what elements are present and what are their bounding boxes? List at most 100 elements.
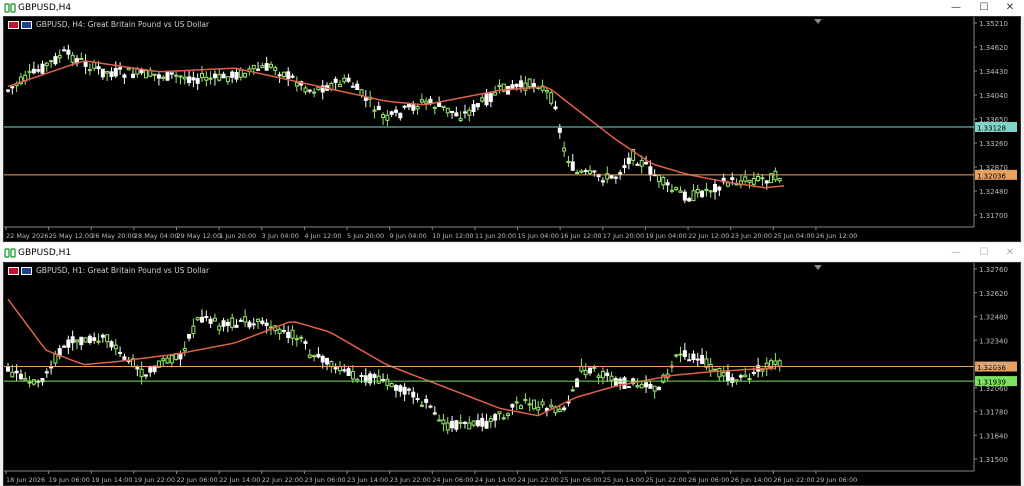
- symbol-period: H1: [72, 266, 83, 275]
- chart-window-h1[interactable]: GBPUSD,H1 — ☐ ✕ 1.32036 1.31939 1.32760 1.3…: [0, 245, 1024, 486]
- candle: [717, 185, 722, 197]
- maximize-button[interactable]: ☐: [972, 0, 996, 16]
- horizontal-line-price-label: 1.33128: [977, 125, 1006, 133]
- chart-window-h4[interactable]: GBPUSD,H4 — ☐ ✕ 1.33128 1.32036 1.35210 1.3…: [0, 0, 1024, 243]
- candle: [325, 82, 330, 91]
- price-chart-h1[interactable]: 1.32036 1.31939 1.32760 1.32620 1.32480 1.323…: [3, 262, 1021, 486]
- one-click-trading-toggle-icon[interactable]: [814, 265, 822, 270]
- candle: [527, 397, 532, 412]
- close-button[interactable]: ✕: [998, 245, 1022, 261]
- one-click-trading-toggle-icon[interactable]: [814, 19, 822, 24]
- candle: [402, 105, 407, 110]
- time-axis-label: 29 Jun 06:00: [816, 476, 857, 484]
- candle: [389, 110, 394, 117]
- candle: [31, 379, 36, 386]
- time-axis-label: 1 Jun 20:00: [219, 232, 256, 240]
- candle: [411, 387, 416, 404]
- candle: [708, 357, 713, 377]
- price-chart-h4[interactable]: 1.33128 1.32036 1.35210 1.34620 1.34430 1.340…: [3, 16, 1021, 242]
- close-button[interactable]: ✕: [998, 0, 1022, 16]
- minimize-button[interactable]: —: [944, 245, 968, 261]
- candle: [178, 75, 183, 85]
- price-axis-label: 1.31700: [979, 212, 1008, 220]
- candle: [381, 112, 386, 126]
- candle: [519, 404, 524, 410]
- price-axis-label: 1.32870: [979, 164, 1008, 172]
- time-axis-label: 23 Jun 14:00: [347, 476, 388, 484]
- candle: [333, 76, 338, 91]
- flag-gb-icon: [8, 21, 19, 29]
- candle: [730, 373, 735, 387]
- time-axis-label: 22 Jun 14:00: [219, 476, 260, 484]
- candle: [6, 362, 10, 372]
- candle: [609, 371, 614, 387]
- candle: [221, 317, 226, 332]
- candle: [294, 334, 299, 347]
- candle: [644, 375, 649, 393]
- price-axis-label: 1.32200: [979, 361, 1008, 369]
- price-axis-label: 1.33650: [979, 116, 1008, 124]
- symbol-description: Great Britain Pound vs US Dollar: [87, 20, 210, 29]
- candle: [66, 335, 71, 355]
- candle: [6, 89, 10, 93]
- candle: [100, 68, 105, 80]
- candle: [74, 338, 79, 350]
- price-axis-label: 1.34430: [979, 68, 1008, 76]
- candle: [286, 325, 291, 344]
- candle: [44, 368, 49, 378]
- candle: [346, 365, 351, 376]
- candle: [368, 371, 373, 386]
- candle: [18, 369, 23, 381]
- maximize-button[interactable]: ☐: [972, 245, 996, 261]
- candle: [618, 377, 623, 390]
- candle: [316, 347, 321, 359]
- price-axis-label: 1.32620: [979, 290, 1008, 298]
- candle: [200, 65, 204, 83]
- candle: [700, 189, 705, 199]
- candle: [600, 367, 605, 385]
- symbol-description: Great Britain Pound vs US Dollar: [87, 266, 210, 275]
- candle: [376, 101, 381, 111]
- candle: [333, 363, 338, 374]
- time-axis-label: 5 Jun 20:00: [347, 232, 384, 240]
- candle: [225, 76, 230, 85]
- window-titlebar[interactable]: GBPUSD,H1 — ☐ ✕: [0, 245, 1024, 261]
- candle: [514, 396, 519, 411]
- chart-canvas-h1[interactable]: 1.320361.319391.327601.326201.324801.323…: [4, 263, 1020, 485]
- time-axis-label: 25 Jun 22:00: [645, 476, 686, 484]
- candle: [372, 372, 377, 385]
- candle: [656, 174, 661, 189]
- candle: [540, 398, 545, 409]
- candle: [23, 70, 28, 85]
- candle: [337, 360, 342, 375]
- candle: [760, 369, 765, 377]
- candle: [613, 175, 618, 184]
- candle: [118, 346, 123, 357]
- candle: [49, 59, 54, 69]
- candle: [40, 378, 45, 386]
- candle: [152, 73, 157, 81]
- time-axis-label: 26 Jun 12:00: [816, 232, 857, 240]
- candle: [204, 310, 209, 322]
- candle: [217, 322, 222, 335]
- minimize-button[interactable]: —: [944, 0, 968, 16]
- chart-canvas-h4[interactable]: 1.33128 1.32036 1.35210 1.34620 1.34430 1.340…: [4, 17, 1020, 241]
- candle: [105, 334, 110, 349]
- candle: [475, 413, 480, 428]
- candle: [79, 336, 84, 350]
- time-axis-label: 16 Jun 12:00: [560, 232, 601, 240]
- window-titlebar[interactable]: GBPUSD,H4 — ☐ ✕: [0, 0, 1024, 16]
- candle: [156, 72, 161, 86]
- candle: [342, 364, 347, 373]
- candle: [583, 363, 588, 379]
- candle: [143, 373, 148, 380]
- candle: [66, 44, 71, 60]
- time-axis-label: 4 Jun 12:00: [304, 232, 341, 240]
- candle: [27, 63, 32, 81]
- candle: [704, 351, 709, 371]
- candle: [131, 354, 136, 368]
- time-axis-label: 19 Jun 22:00: [134, 476, 175, 484]
- candle: [777, 177, 782, 184]
- candle: [609, 174, 614, 180]
- candle: [355, 80, 360, 91]
